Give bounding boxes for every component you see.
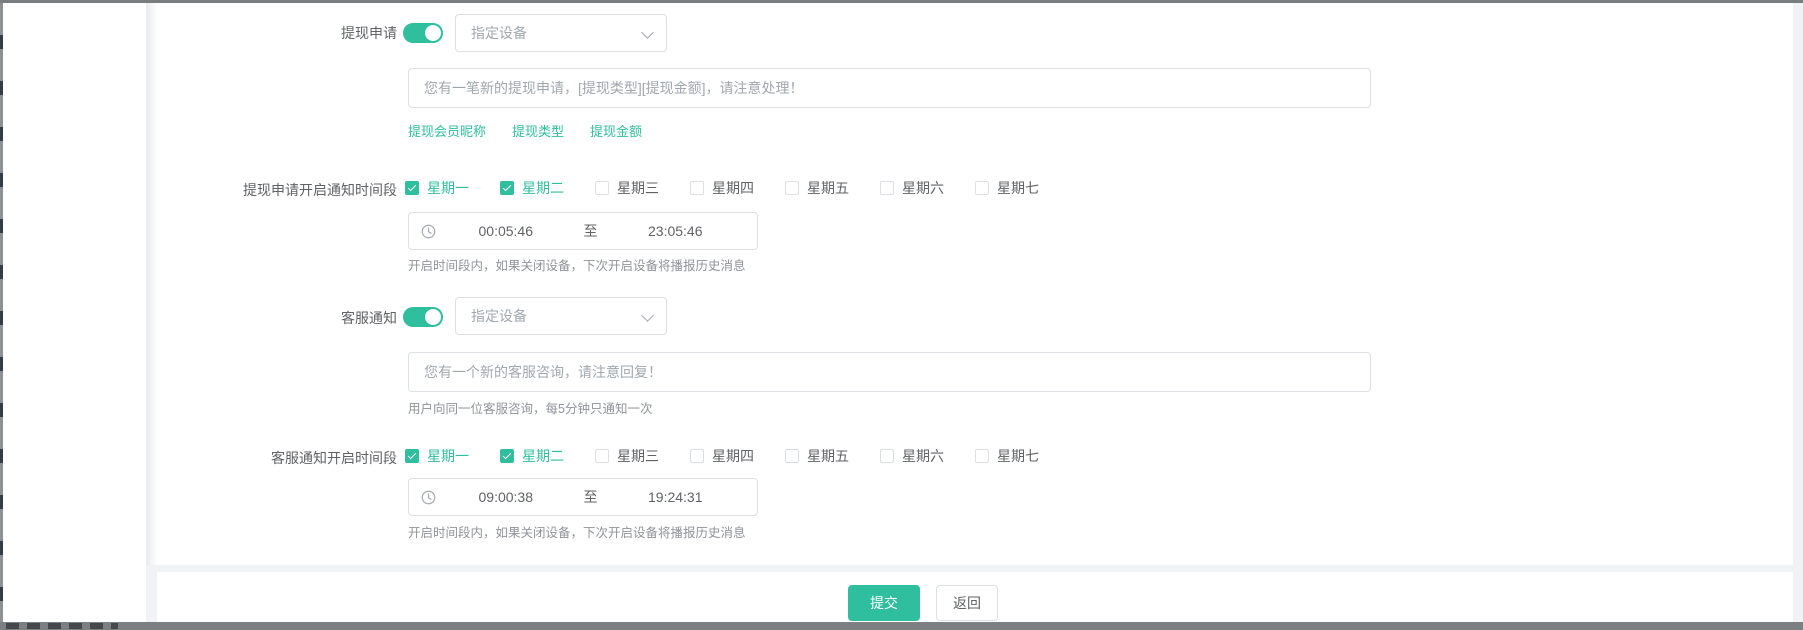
bottom-edge-fragment — [6, 623, 118, 629]
checkbox-icon — [595, 449, 609, 463]
weekday-label: 星期七 — [997, 446, 1039, 466]
select-placeholder: 指定设备 — [471, 306, 527, 326]
submit-button[interactable]: 提交 — [848, 585, 920, 621]
toggle-knob — [425, 309, 441, 325]
service-time-range-picker[interactable]: 09:00:38 至 19:24:31 — [408, 478, 758, 516]
weekday-checkbox-thu[interactable]: 星期四 — [690, 178, 754, 198]
footer-divider — [146, 565, 1793, 572]
weekday-checkbox-wed[interactable]: 星期三 — [595, 446, 659, 466]
weekday-label: 星期五 — [807, 446, 849, 466]
withdraw-schedule-label: 提现申请开启通知时间段 — [243, 180, 397, 200]
checkbox-icon — [785, 449, 799, 463]
left-sidebar — [3, 3, 146, 622]
weekday-label: 星期六 — [902, 446, 944, 466]
checkbox-icon — [880, 181, 894, 195]
weekday-checkbox-wed[interactable]: 星期三 — [595, 178, 659, 198]
check-icon — [408, 183, 416, 191]
weekday-label: 星期一 — [427, 446, 469, 466]
link-withdraw-amount[interactable]: 提现金额 — [590, 121, 642, 140]
weekday-checkbox-tue[interactable]: 星期二 — [500, 446, 564, 466]
weekday-label: 星期五 — [807, 178, 849, 198]
weekday-checkbox-sat[interactable]: 星期六 — [880, 178, 944, 198]
weekday-label: 星期四 — [712, 178, 754, 198]
check-icon — [503, 183, 511, 191]
withdraw-toggle[interactable] — [403, 23, 443, 43]
withdraw-time-range-picker[interactable]: 00:05:46 至 23:05:46 — [408, 212, 758, 250]
weekday-checkbox-sat[interactable]: 星期六 — [880, 446, 944, 466]
withdraw-weekday-row: 星期一 星期二 星期三 星期四 星期五 星期六 星期七 — [405, 178, 1070, 198]
weekday-label: 星期四 — [712, 446, 754, 466]
weekday-label: 星期六 — [902, 178, 944, 198]
app-window: 提现申请 指定设备 提现会员昵称 提现类型 提现金额 提现申请开启通知时间段 星… — [0, 0, 1803, 630]
collapsed-menu-edge — [0, 3, 3, 622]
weekday-label: 星期七 — [997, 178, 1039, 198]
checkbox-icon — [880, 449, 894, 463]
service-time-start[interactable]: 09:00:38 — [436, 489, 576, 505]
time-separator: 至 — [576, 487, 606, 507]
weekday-checkbox-fri[interactable]: 星期五 — [785, 446, 849, 466]
service-label: 客服通知 — [341, 308, 397, 328]
weekday-checkbox-sun[interactable]: 星期七 — [975, 446, 1039, 466]
weekday-checkbox-mon[interactable]: 星期一 — [405, 178, 469, 198]
checkbox-icon — [405, 449, 419, 463]
withdraw-message-input[interactable] — [408, 68, 1371, 108]
toggle-knob — [425, 25, 441, 41]
weekday-checkbox-tue[interactable]: 星期二 — [500, 178, 564, 198]
service-weekday-row: 星期一 星期二 星期三 星期四 星期五 星期六 星期七 — [405, 446, 1070, 466]
weekday-label: 星期一 — [427, 178, 469, 198]
clock-icon — [421, 224, 436, 239]
withdraw-device-select[interactable]: 指定设备 — [455, 14, 667, 52]
chevron-down-icon — [641, 309, 654, 322]
service-schedule-helper: 开启时间段内，如果关闭设备，下次开启设备将播报历史消息 — [408, 522, 746, 541]
service-toggle[interactable] — [403, 307, 443, 327]
back-button[interactable]: 返回 — [936, 585, 998, 621]
withdraw-insert-links: 提现会员昵称 提现类型 提现金额 — [408, 121, 642, 140]
weekday-label: 星期三 — [617, 446, 659, 466]
checkbox-icon — [690, 181, 704, 195]
right-scroll-gutter[interactable] — [1793, 3, 1803, 622]
window-bottom-border — [0, 622, 1803, 630]
check-icon — [408, 451, 416, 459]
service-time-end[interactable]: 19:24:31 — [606, 489, 746, 505]
checkbox-icon — [405, 181, 419, 195]
checkbox-icon — [500, 449, 514, 463]
withdraw-time-end[interactable]: 23:05:46 — [606, 223, 746, 239]
time-separator: 至 — [576, 221, 606, 241]
weekday-label: 星期三 — [617, 178, 659, 198]
chevron-down-icon — [641, 26, 654, 39]
footer-side-gap — [146, 565, 157, 622]
service-schedule-label: 客服通知开启时间段 — [271, 448, 397, 468]
weekday-checkbox-sun[interactable]: 星期七 — [975, 178, 1039, 198]
checkbox-icon — [500, 181, 514, 195]
service-message-helper: 用户向同一位客服咨询，每5分钟只通知一次 — [408, 398, 652, 417]
link-withdraw-type[interactable]: 提现类型 — [512, 121, 564, 140]
checkbox-icon — [975, 449, 989, 463]
weekday-checkbox-thu[interactable]: 星期四 — [690, 446, 754, 466]
withdraw-schedule-helper: 开启时间段内，如果关闭设备，下次开启设备将播报历史消息 — [408, 255, 746, 274]
sidebar-divider — [146, 3, 157, 565]
weekday-label: 星期二 — [522, 446, 564, 466]
checkbox-icon — [785, 181, 799, 195]
weekday-checkbox-mon[interactable]: 星期一 — [405, 446, 469, 466]
clock-icon — [421, 490, 436, 505]
withdraw-time-start[interactable]: 00:05:46 — [436, 223, 576, 239]
checkbox-icon — [595, 181, 609, 195]
check-icon — [503, 451, 511, 459]
checkbox-icon — [975, 181, 989, 195]
window-top-border — [0, 0, 1803, 3]
link-withdraw-member-nickname[interactable]: 提现会员昵称 — [408, 121, 486, 140]
service-device-select[interactable]: 指定设备 — [455, 297, 667, 335]
select-placeholder: 指定设备 — [471, 23, 527, 43]
weekday-label: 星期二 — [522, 178, 564, 198]
weekday-checkbox-fri[interactable]: 星期五 — [785, 178, 849, 198]
withdraw-label: 提现申请 — [341, 23, 397, 43]
checkbox-icon — [690, 449, 704, 463]
service-message-input[interactable] — [408, 352, 1371, 392]
